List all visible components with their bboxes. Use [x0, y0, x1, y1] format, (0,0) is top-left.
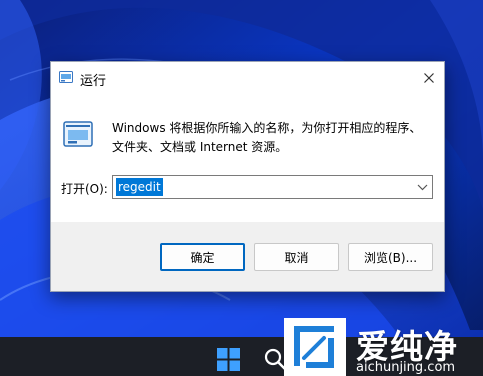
- command-value[interactable]: regedit: [116, 178, 163, 196]
- windows-start-icon[interactable]: [217, 348, 240, 371]
- browse-button[interactable]: 浏览(B)...: [348, 243, 433, 271]
- logo-icon: [294, 326, 334, 368]
- watermark-url: aichunjing.com: [356, 360, 456, 375]
- watermark: 爱纯净 aichunjing.com: [284, 318, 483, 376]
- run-icon: [59, 71, 73, 83]
- chevron-down-icon[interactable]: [417, 182, 428, 192]
- close-button[interactable]: [414, 62, 444, 94]
- close-icon: [424, 73, 434, 83]
- dialog-title: 运行: [80, 74, 107, 89]
- watermark-logo: [284, 318, 346, 376]
- dialog-content: Windows 将根据你所输入的名称，为你打开相应的程序、文件夹、文档或 Int…: [51, 94, 444, 222]
- title-bar[interactable]: 运行: [51, 62, 444, 94]
- cancel-button[interactable]: 取消: [254, 243, 339, 271]
- command-input[interactable]: regedit: [112, 175, 433, 199]
- run-icon: [63, 121, 93, 147]
- open-label: 打开(O):: [61, 182, 108, 196]
- dialog-description: Windows 将根据你所输入的名称，为你打开相应的程序、文件夹、文档或 Int…: [112, 121, 422, 154]
- ok-button[interactable]: 确定: [160, 243, 245, 271]
- run-dialog: 运行 Windows 将根据你所输入的名称，为你打开相应的程序、文件夹、文档或 …: [50, 61, 445, 292]
